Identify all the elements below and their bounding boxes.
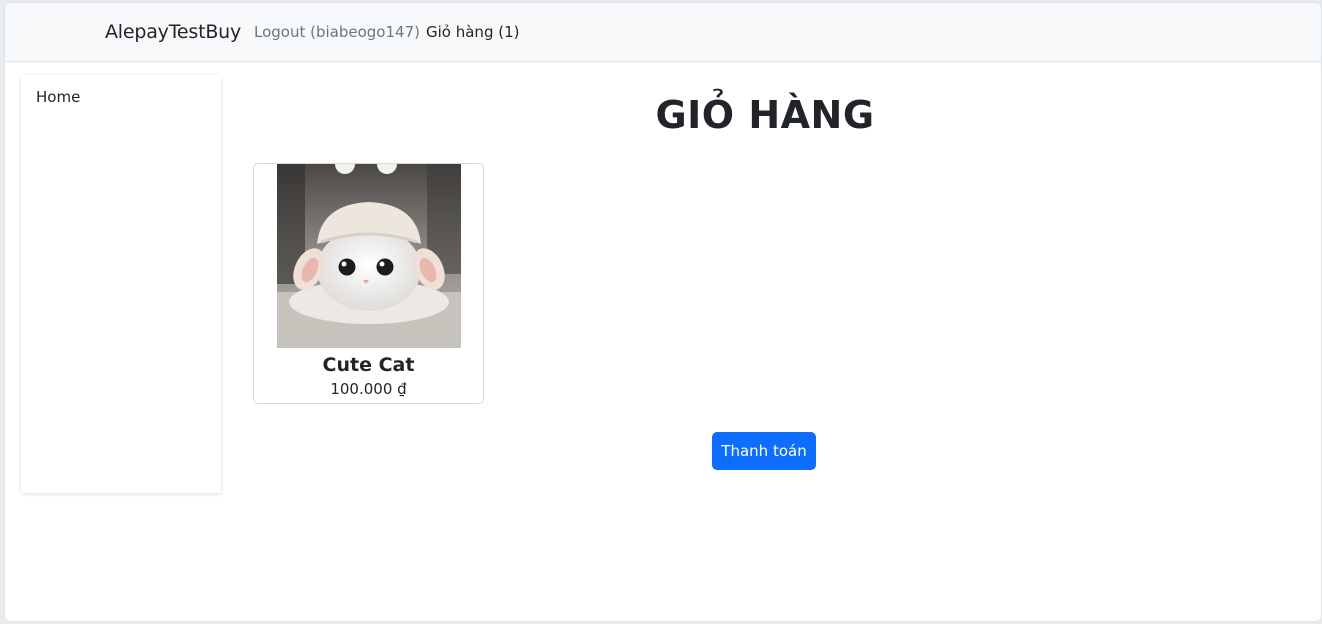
- navbar-brand[interactable]: AlepayTestBuy: [105, 21, 241, 43]
- logout-link[interactable]: Logout (biabeogo147): [254, 23, 420, 41]
- sidebar-item-home[interactable]: Home: [36, 88, 80, 106]
- product-name: Cute Cat: [322, 354, 415, 376]
- checkout-button[interactable]: Thanh toán: [712, 432, 816, 470]
- sidebar: Home: [21, 75, 221, 493]
- navbar: AlepayTestBuy Logout (biabeogo147) Giỏ h…: [5, 3, 1321, 62]
- cart-link[interactable]: Giỏ hàng (1): [426, 23, 519, 41]
- browser-page: AlepayTestBuy Logout (biabeogo147) Giỏ h…: [4, 2, 1322, 622]
- product-image: [277, 164, 461, 348]
- product-price: 100.000 ₫: [330, 380, 407, 398]
- cart-item-card: Cute Cat 100.000 ₫: [253, 163, 484, 404]
- page-title: GIỎ HÀNG: [655, 93, 875, 137]
